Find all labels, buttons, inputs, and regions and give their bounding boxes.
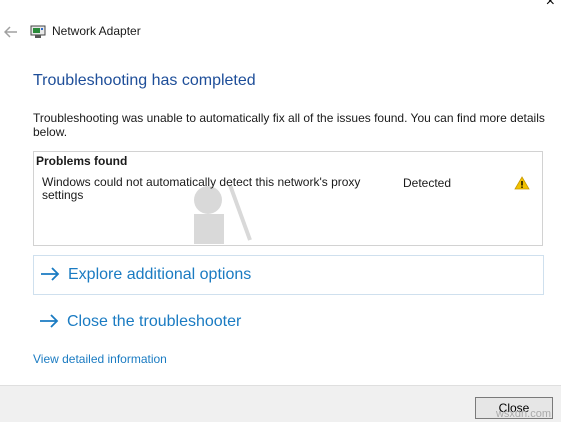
problems-found-heading: Problems found <box>36 154 128 168</box>
view-detailed-information-link[interactable]: View detailed information <box>33 352 167 366</box>
close-troubleshooter-button[interactable]: Close the troubleshooter <box>33 302 544 342</box>
problem-status: Detected <box>403 176 452 190</box>
window-title: Network Adapter <box>52 24 141 38</box>
warning-icon <box>514 176 530 190</box>
result-description: Troubleshooting was unable to automatica… <box>33 111 545 139</box>
close-troubleshooter-label: Close the troubleshooter <box>67 313 242 330</box>
explore-additional-options-button[interactable]: Explore additional options <box>33 255 544 295</box>
back-arrow-icon[interactable] <box>2 23 20 41</box>
problem-description: Windows could not automatically detect t… <box>42 175 361 202</box>
page-title: Troubleshooting has completed <box>33 72 256 89</box>
site-watermark: wsxdn.com <box>495 408 551 420</box>
arrow-right-icon <box>39 313 59 331</box>
problems-found-panel: Problems found Windows could not automat… <box>33 151 543 246</box>
footer-bar: Close wsxdn.com <box>0 385 561 422</box>
window-close-icon[interactable]: × <box>546 0 555 10</box>
explore-additional-options-label: Explore additional options <box>68 266 252 283</box>
arrow-right-icon <box>40 266 60 284</box>
network-adapter-icon <box>30 25 46 38</box>
